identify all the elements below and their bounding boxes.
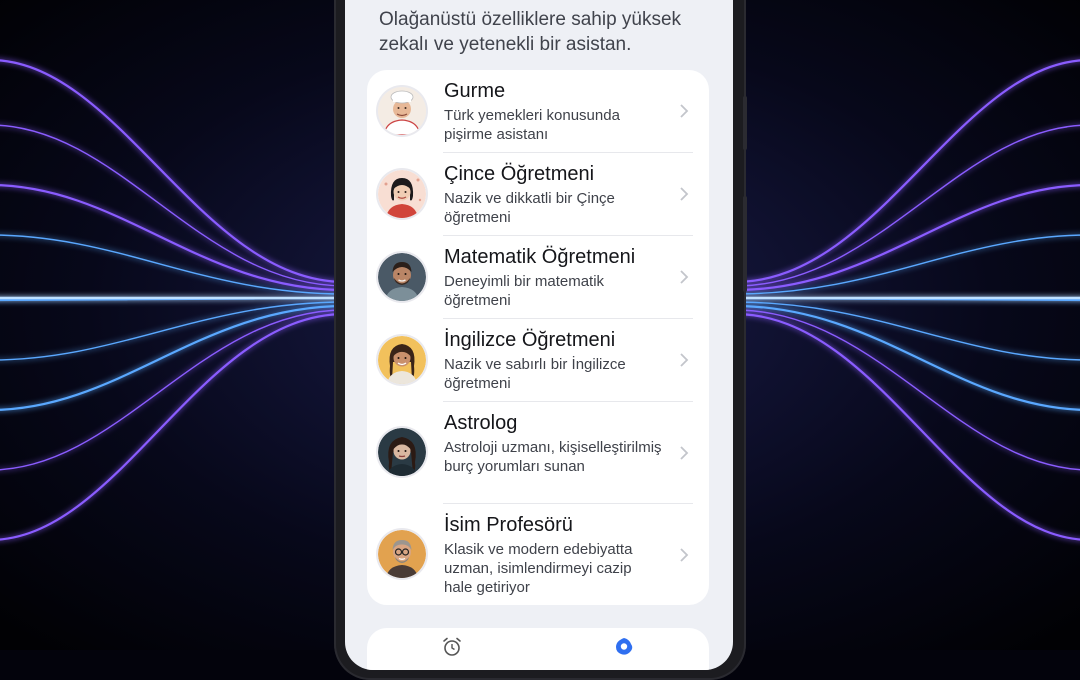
assistant-title: Matematik Öğretmeni [444,246,636,268]
list-item-math-teacher[interactable]: Matematik Öğretmeni Deneyimli bir matema… [367,236,709,319]
assistant-list: Gurme Türk yemekleri konusunda pişirme a… [367,70,709,605]
assistant-description: Türk yemekleri konusunda pişirme asistan… [444,107,620,143]
chef-avatar [378,87,426,135]
chinese-teacher-avatar [378,170,426,218]
assistant-title: Çince Öğretmeni [444,163,595,185]
list-item-english-teacher[interactable]: İngilizce Öğretmeni Nazik ve sabırlı bir… [367,319,709,402]
assistant-title: Astrolog [444,412,518,434]
chevron-right-icon [680,353,689,367]
english-teacher-avatar [378,336,426,384]
name-professor-avatar [378,530,426,578]
chevron-right-icon [680,548,689,562]
assistant-title: İngilizce Öğretmeni [444,329,616,351]
assistant-description: Astroloji uzmanı, kişiselleştirilmiş bur… [444,439,662,475]
list-item-name-professor[interactable]: İsim Profesörü Klasik ve modern edebiyat… [367,504,709,605]
assistant-description: Nazik ve sabırlı bir İngilizce öğretmeni [444,356,626,392]
chevron-right-icon [680,187,689,201]
list-item-gurme[interactable]: Gurme Türk yemekleri konusunda pişirme a… [367,70,709,153]
assistant-title: İsim Profesörü [444,514,573,536]
intro-text: Olağanüstü özelliklere sahip yüksek zeka… [379,9,682,55]
ai-assistant-icon[interactable] [613,636,635,658]
astrologer-avatar [378,428,426,476]
chevron-right-icon [680,104,689,118]
phone-side-button [743,196,747,292]
assistant-description: Klasik ve modern edebiyatta uzman, isiml… [444,541,633,596]
phone-side-button [743,96,747,150]
list-item-chinese-teacher[interactable]: Çince Öğretmeni Nazik ve dikkatli bir Çi… [367,153,709,236]
chevron-right-icon [680,270,689,284]
chevron-right-icon [680,446,689,460]
alarm-clock-icon[interactable] [441,636,463,658]
assistant-description: Nazik ve dikkatli bir Çinçe öğretmeni [444,190,615,226]
math-teacher-avatar [378,253,426,301]
list-item-astrologer[interactable]: Astrolog Astroloji uzmanı, kişiselleştir… [367,402,709,504]
assistant-title: Gurme [444,80,506,102]
phone-screen: Olağanüstü özelliklere sahip yüksek zeka… [345,0,733,670]
bottom-tab-bar [367,628,709,670]
assistant-description: Deneyimli bir matematik öğretmeni [444,273,605,309]
